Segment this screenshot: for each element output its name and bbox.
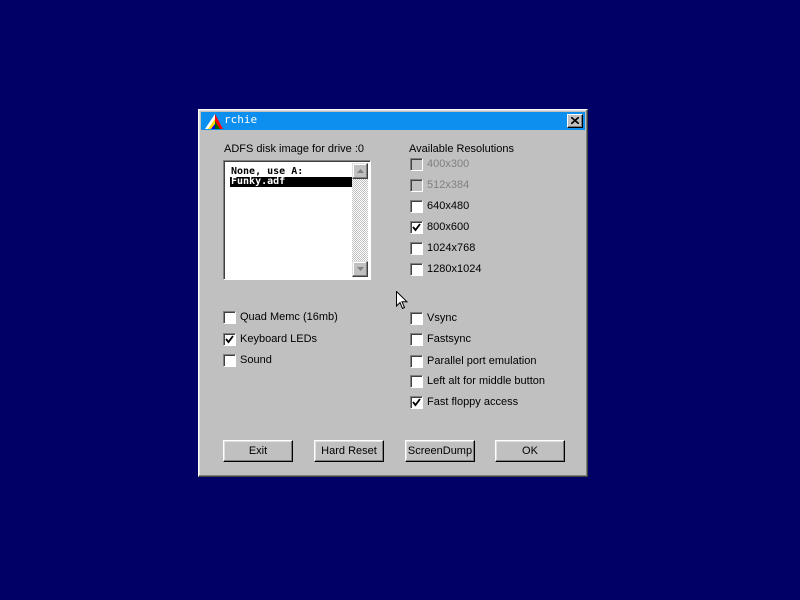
resolutions-label: Available Resolutions	[409, 143, 514, 155]
res-640x480-checkbox[interactable]	[410, 200, 423, 213]
res-800x600-checkbox[interactable]	[410, 221, 423, 234]
res-512x384-checkbox	[410, 179, 423, 192]
fastsync-checkbox[interactable]	[410, 333, 423, 346]
disk-image-listbox[interactable]: None, use A: Funky.adf	[223, 160, 371, 280]
vsync-label[interactable]: Vsync	[427, 312, 457, 325]
quad-memc-label[interactable]: Quad Memc (16mb)	[240, 311, 338, 324]
close-button[interactable]	[567, 114, 583, 128]
window-title: rchie	[224, 113, 258, 126]
title-bar[interactable]: rchie	[201, 112, 585, 130]
vsync-checkbox[interactable]	[410, 312, 423, 325]
res-800x600-label[interactable]: 800x600	[427, 221, 469, 234]
checkmark-icon	[412, 398, 421, 407]
sound-label[interactable]: Sound	[240, 354, 272, 367]
arrow-down-icon	[357, 267, 364, 271]
close-icon	[571, 117, 579, 124]
res-1024x768-checkbox[interactable]	[410, 242, 423, 255]
mouse-cursor-icon	[396, 291, 408, 310]
parallel-port-label[interactable]: Parallel port emulation	[427, 355, 536, 368]
parallel-port-checkbox[interactable]	[410, 355, 423, 368]
res-400x300-label: 400x300	[427, 158, 470, 170]
ok-button[interactable]: OK	[495, 440, 565, 462]
checkmark-icon	[412, 223, 421, 232]
res-640x480-label[interactable]: 640x480	[427, 200, 469, 213]
screendump-button[interactable]: ScreenDump	[405, 440, 475, 462]
arrow-up-icon	[357, 169, 364, 173]
sound-checkbox[interactable]	[223, 354, 236, 367]
keyboard-leds-label[interactable]: Keyboard LEDs	[240, 333, 317, 346]
vertical-scrollbar[interactable]	[352, 163, 368, 277]
disk-list-item-selected[interactable]: Funky.adf	[230, 177, 352, 187]
scroll-up-button[interactable]	[352, 163, 368, 179]
checkmark-icon	[225, 335, 234, 344]
res-400x300-checkbox	[410, 158, 423, 171]
left-alt-label[interactable]: Left alt for middle button	[427, 375, 545, 388]
left-alt-checkbox[interactable]	[410, 375, 423, 388]
fastsync-label[interactable]: Fastsync	[427, 333, 471, 346]
res-1280x1024-checkbox[interactable]	[410, 263, 423, 276]
res-512x384-label: 512x384	[427, 179, 470, 191]
disk-image-label: ADFS disk image for drive :0	[224, 143, 364, 155]
hard-reset-button[interactable]: Hard Reset	[314, 440, 384, 462]
scroll-down-button[interactable]	[352, 261, 368, 277]
fast-floppy-checkbox[interactable]	[410, 396, 423, 409]
fast-floppy-label[interactable]: Fast floppy access	[427, 396, 518, 409]
keyboard-leds-checkbox[interactable]	[223, 333, 236, 346]
archie-logo-icon	[205, 114, 223, 129]
quad-memc-checkbox[interactable]	[223, 311, 236, 324]
archie-dialog: rchie ADFS disk image for drive :0 None,…	[198, 109, 588, 477]
exit-button[interactable]: Exit	[223, 440, 293, 462]
res-1280x1024-label[interactable]: 1280x1024	[427, 263, 481, 276]
res-1024x768-label[interactable]: 1024x768	[427, 242, 475, 255]
